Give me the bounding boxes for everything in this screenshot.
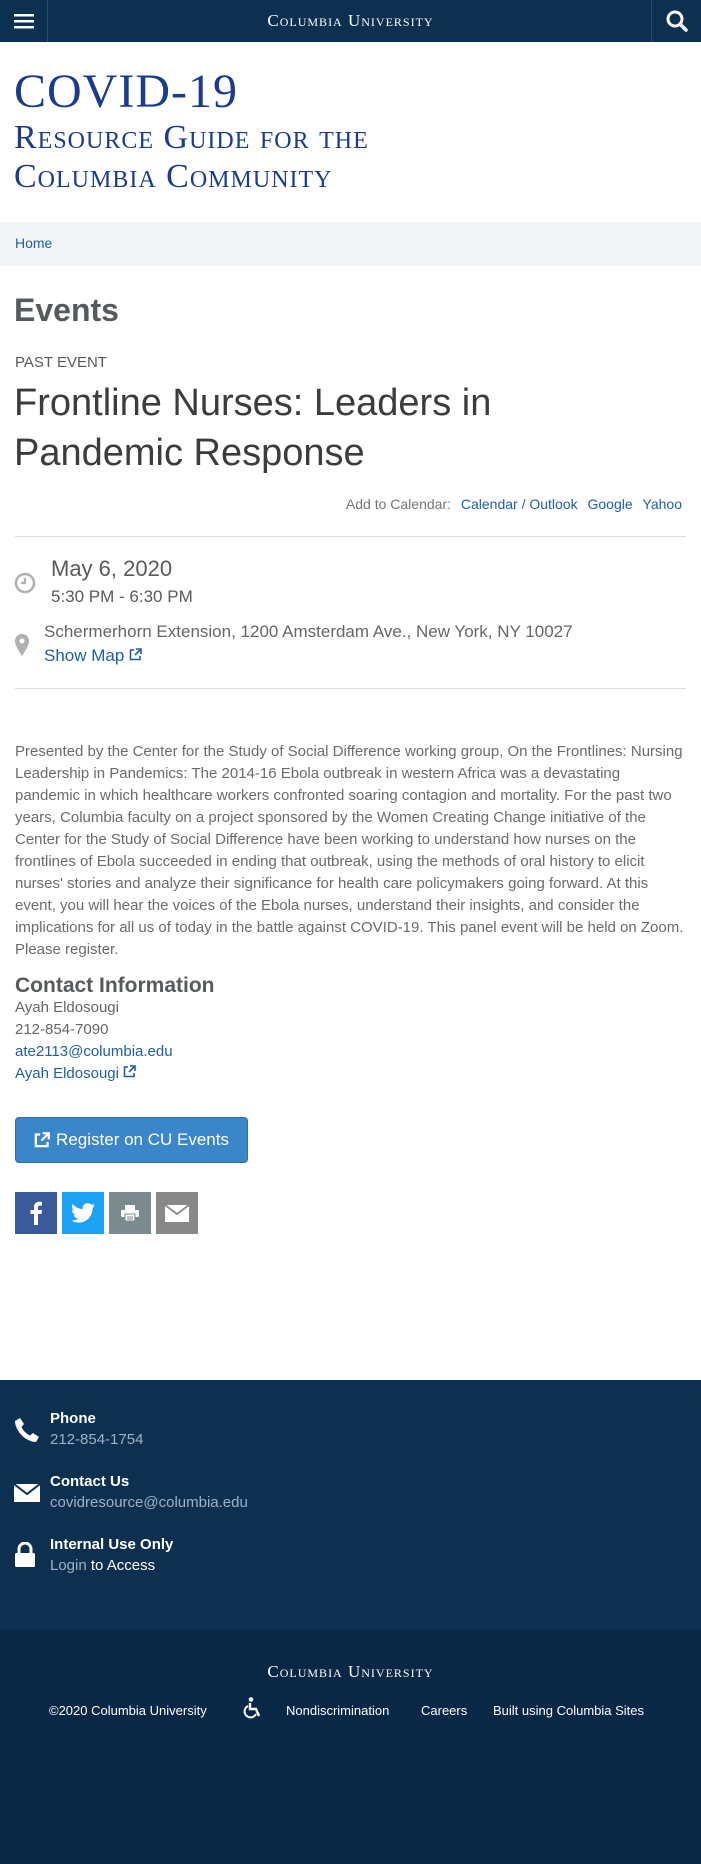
register-label: Register on CU Events: [56, 1130, 229, 1149]
site-title-line3: Columbia Community: [14, 158, 333, 195]
contact-profile-label: Ayah Eldosougi: [15, 1065, 119, 1082]
share-email-button[interactable]: [156, 1192, 198, 1234]
external-link-icon: [123, 1065, 136, 1078]
envelope-icon: [14, 1484, 40, 1502]
external-link-icon: [34, 1132, 50, 1148]
footer-login-link[interactable]: Login: [50, 1557, 87, 1574]
lock-icon: [15, 1542, 35, 1567]
university-name[interactable]: Columbia University: [0, 0, 701, 42]
event-date: May 6, 2020: [51, 556, 173, 581]
breadcrumb-home-link[interactable]: Home: [15, 235, 52, 251]
calendar-outlook-link[interactable]: Calendar / Outlook: [461, 496, 578, 512]
site-title-line2: Resource Guide for the: [14, 119, 369, 156]
footer-phone-label: Phone: [50, 1410, 96, 1427]
built-using-link[interactable]: Built using Columbia Sites: [493, 1703, 644, 1718]
search-icon: [666, 10, 688, 32]
footer-internal-label: Internal Use Only: [50, 1536, 174, 1553]
divider: [15, 536, 686, 537]
register-button[interactable]: Register on CU Events: [15, 1117, 248, 1163]
footer-contact-email-link[interactable]: covidresource@columbia.edu: [50, 1494, 248, 1511]
phone-icon: [15, 1418, 39, 1442]
contact-profile-link[interactable]: Ayah Eldosougi: [15, 1065, 136, 1082]
external-link-icon: [129, 648, 142, 661]
divider: [15, 688, 686, 689]
event-time: 5:30 PM - 6:30 PM: [51, 587, 193, 606]
top-bar: Columbia University: [0, 0, 701, 42]
email-icon: [165, 1204, 189, 1222]
search-button[interactable]: [651, 0, 701, 42]
clock-icon: [14, 572, 36, 594]
site-title[interactable]: COVID-19 Resource Guide for the Columbia…: [14, 66, 369, 196]
event-description: Presented by the Center for the Study of…: [15, 743, 684, 958]
twitter-icon: [71, 1203, 95, 1223]
contact-phone: 212-854-7090: [15, 1021, 109, 1038]
event-status: PAST EVENT: [15, 354, 107, 371]
bottom-university-name[interactable]: Columbia University: [0, 1662, 701, 1682]
accessibility-icon[interactable]: [243, 1697, 263, 1719]
add-to-calendar-label: Add to Calendar:: [345, 496, 451, 512]
copyright: ©2020 Columbia University: [49, 1703, 207, 1718]
event-location: Schermerhorn Extension, 1200 Amsterdam A…: [44, 622, 573, 641]
hamburger-icon: [13, 14, 34, 29]
share-twitter-button[interactable]: [62, 1192, 104, 1234]
footer-login-suffix: to Access: [90, 1557, 156, 1574]
breadcrumb: Home: [0, 222, 701, 266]
site-title-line1: COVID-19: [14, 65, 238, 118]
show-map-link[interactable]: Show Map: [44, 646, 142, 666]
print-icon: [121, 1205, 139, 1222]
facebook-icon: [30, 1201, 42, 1225]
event-title: Frontline Nurses: Leaders in Pandemic Re…: [14, 382, 492, 474]
careers-link[interactable]: Careers: [421, 1703, 467, 1718]
map-pin-icon: [15, 634, 29, 656]
show-map-label: Show Map: [44, 646, 125, 665]
add-to-calendar: Add to Calendar: Calendar / Outlook Goog…: [346, 496, 682, 512]
footer-contact-label: Contact Us: [50, 1473, 130, 1490]
footer-phone-link[interactable]: 212-854-1754: [50, 1431, 143, 1448]
footer-login-line: Login to Access: [50, 1557, 155, 1574]
calendar-yahoo-link[interactable]: Yahoo: [643, 496, 682, 512]
menu-button[interactable]: [0, 0, 48, 42]
contact-name: Ayah Eldosougi: [15, 999, 119, 1016]
share-print-button[interactable]: [109, 1192, 151, 1234]
contact-heading: Contact Information: [15, 974, 215, 997]
nondiscrimination-link[interactable]: Nondiscrimination: [286, 1703, 389, 1718]
page-heading: Events: [14, 292, 119, 328]
share-facebook-button[interactable]: [15, 1192, 57, 1234]
contact-email-link[interactable]: ate2113@columbia.edu: [15, 1043, 173, 1060]
calendar-google-link[interactable]: Google: [588, 496, 633, 512]
